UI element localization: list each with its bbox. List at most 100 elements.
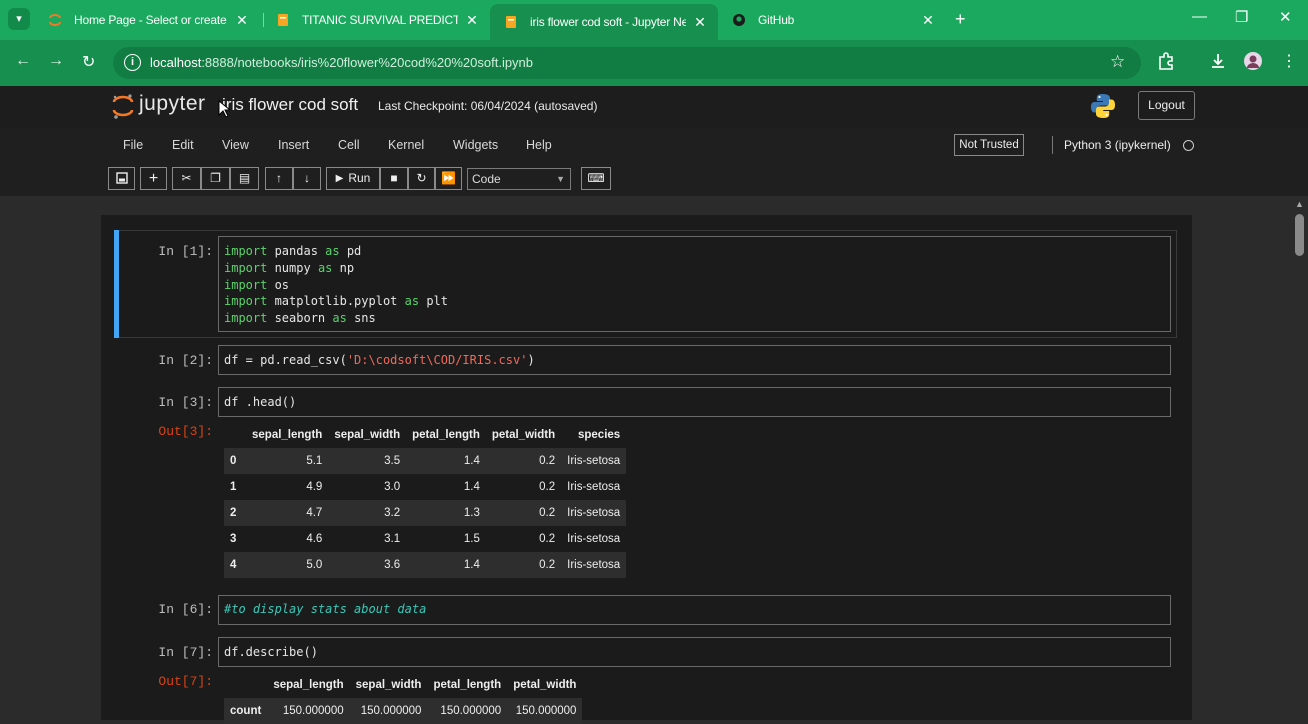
code-read-csv[interactable]: df = pd.read_csv('D:\codsoft\COD/IRIS.cs… — [224, 352, 535, 369]
save-icon — [115, 172, 128, 184]
tab-github[interactable]: GitHub ✕ — [718, 5, 946, 35]
row-index: 1 — [230, 481, 237, 493]
github-icon — [733, 14, 745, 26]
run-button[interactable]: ▶ Run — [326, 167, 380, 190]
command-palette-button[interactable]: ⌨ — [581, 167, 611, 190]
table-cell: 0.2 — [485, 448, 562, 474]
close-icon[interactable]: ✕ — [464, 12, 480, 29]
table-header: species — [577, 429, 621, 441]
trust-button[interactable]: Not Trusted — [954, 134, 1024, 156]
menu-cell[interactable]: Cell — [338, 138, 360, 152]
restore-icon[interactable]: ❐ — [1235, 8, 1248, 26]
menu-kernel[interactable]: Kernel — [388, 138, 424, 152]
close-icon[interactable]: ✕ — [692, 14, 708, 31]
table-row: 3 4.6 3.1 1.5 0.2 Iris-setosa — [224, 526, 626, 552]
reload-icon[interactable]: ↻ — [82, 52, 95, 72]
logout-button[interactable]: Logout — [1138, 91, 1195, 120]
download-icon[interactable] — [1209, 52, 1227, 70]
scrollbar-thumb[interactable] — [1295, 214, 1304, 256]
extensions-icon[interactable] — [1157, 52, 1175, 70]
table-header: petal_width — [513, 679, 577, 691]
cell-input-area[interactable] — [218, 387, 1171, 417]
tab-iris-notebook[interactable]: iris flower cod soft - Jupyter Ne ✕ — [490, 4, 718, 40]
code-import-block[interactable]: import pandas as pd import numpy as np i… — [224, 243, 448, 327]
scrollbar[interactable] — [1292, 196, 1308, 720]
tab-home-page[interactable]: Home Page - Select or create a ✕ — [34, 5, 260, 35]
table-row: 4 5.0 3.6 1.4 0.2 Iris-setosa — [224, 552, 627, 578]
table-header: petal_width — [491, 429, 556, 441]
menu-edit[interactable]: Edit — [172, 138, 194, 152]
chevron-down-icon: ▼ — [556, 174, 565, 184]
insert-cell-button[interactable]: + — [140, 167, 167, 190]
tab-title: iris flower cod soft - Jupyter Ne — [530, 15, 686, 29]
kernel-name[interactable]: Python 3 (ipykernel) — [1064, 138, 1171, 152]
site-info-icon[interactable]: i — [124, 54, 141, 71]
scissors-icon: ✂ — [181, 171, 192, 185]
code-describe[interactable]: df.describe() — [224, 644, 318, 661]
row-index: count — [224, 698, 268, 724]
close-window-icon[interactable]: ✕ — [1279, 8, 1292, 26]
row-index: 3 — [230, 533, 237, 545]
close-icon[interactable]: ✕ — [234, 12, 250, 29]
describe-dataframe-table: sepal_length sepal_width petal_length pe… — [224, 672, 583, 724]
bookmark-star-icon[interactable]: ☆ — [1110, 52, 1125, 72]
restart-run-all-button[interactable]: ⏩ — [435, 167, 462, 190]
arrow-up-icon: ↑ — [276, 171, 282, 185]
back-icon[interactable]: ← — [15, 52, 31, 70]
head-dataframe-table: sepal_length sepal_width petal_length pe… — [224, 422, 627, 578]
url-text[interactable]: localhost:8888/notebooks/iris%20flower%2… — [150, 55, 533, 70]
cell-type-select[interactable]: Code ▼ — [467, 168, 571, 190]
input-prompt: In [1]: — [158, 244, 213, 259]
table-cell: 3.5 — [328, 448, 407, 474]
tab-title: GitHub — [758, 13, 795, 27]
cut-button[interactable]: ✂ — [172, 167, 201, 190]
table-cell: 3.2 — [328, 500, 407, 526]
move-down-button[interactable]: ↓ — [293, 167, 321, 190]
move-up-button[interactable]: ↑ — [265, 167, 293, 190]
play-icon: ▶ — [335, 173, 344, 184]
table-cell: 3.6 — [328, 552, 407, 578]
table-cell: 1.4 — [406, 448, 486, 474]
cell-input-area[interactable] — [218, 637, 1171, 667]
interrupt-kernel-button[interactable]: ■ — [380, 167, 408, 190]
tab-title: Home Page - Select or create a — [74, 13, 228, 27]
close-icon[interactable]: ✕ — [920, 12, 936, 29]
input-prompt: In [3]: — [158, 395, 213, 410]
table-cell: 4.9 — [306, 481, 323, 493]
code-head[interactable]: df .head() — [224, 394, 296, 411]
browser-menu-icon[interactable]: ⋮ — [1281, 51, 1297, 71]
jupyter-logo-icon[interactable] — [112, 92, 134, 120]
table-cell: Iris-setosa — [561, 552, 627, 578]
paste-button[interactable]: ▤ — [230, 167, 259, 190]
menu-file[interactable]: File — [123, 138, 143, 152]
table-cell: 5.0 — [246, 552, 329, 578]
stop-icon: ■ — [390, 171, 398, 185]
menu-help[interactable]: Help — [526, 138, 552, 152]
new-tab-icon[interactable]: + — [955, 9, 966, 30]
save-button[interactable] — [108, 167, 135, 190]
minimize-icon[interactable]: — — [1192, 8, 1207, 25]
scroll-up-icon[interactable]: ▲ — [1295, 199, 1304, 209]
output-prompt: Out[7]: — [158, 674, 213, 689]
input-prompt: In [2]: — [158, 353, 213, 368]
code-comment[interactable]: #to display stats about data — [224, 601, 426, 618]
table-header: sepal_length — [273, 679, 344, 691]
table-cell: 1.4 — [463, 481, 480, 493]
jupyter-wordmark[interactable]: jupyter — [139, 92, 206, 116]
table-row: 0 5.1 3.5 1.4 0.2 Iris-setosa — [224, 448, 627, 474]
notebook-title[interactable]: iris flower cod soft — [222, 95, 358, 115]
forward-icon[interactable]: → — [48, 52, 64, 70]
tab-search-dropdown-icon[interactable]: ▾ — [8, 8, 30, 30]
menu-view[interactable]: View — [222, 138, 249, 152]
profile-avatar[interactable] — [1243, 51, 1263, 71]
table-cell: 1.3 — [406, 500, 486, 526]
copy-button[interactable]: ❐ — [201, 167, 230, 190]
input-prompt: In [6]: — [158, 602, 213, 617]
restart-icon: ↻ — [416, 171, 427, 185]
menu-insert[interactable]: Insert — [278, 138, 309, 152]
menu-widgets[interactable]: Widgets — [453, 138, 498, 152]
kernel-idle-indicator-icon — [1183, 140, 1194, 151]
fast-forward-icon: ⏩ — [441, 171, 456, 185]
restart-kernel-button[interactable]: ↻ — [408, 167, 435, 190]
tab-titanic[interactable]: TITANIC SURVIVAL PREDICTION ✕ — [262, 5, 490, 35]
